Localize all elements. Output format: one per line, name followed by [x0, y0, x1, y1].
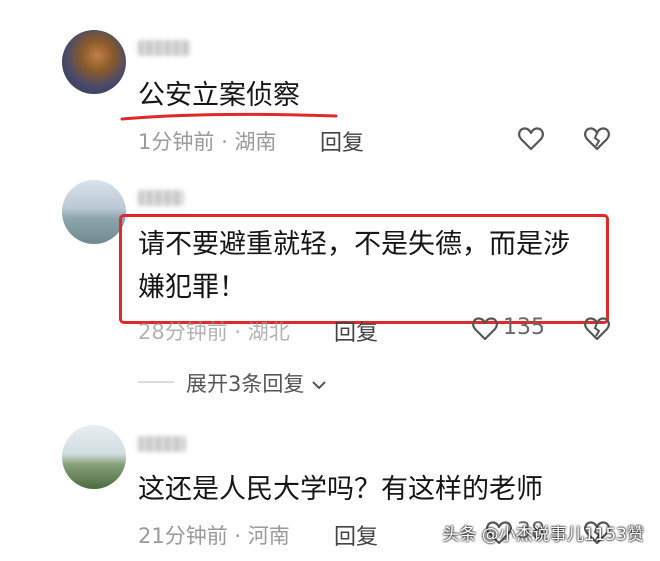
broken-heart-icon[interactable] — [584, 127, 610, 151]
red-underline-annotation — [120, 112, 338, 121]
comment-time: 21分钟前 — [138, 524, 228, 548]
comment-text: 这还是人民大学吗？有这样的老师 — [138, 474, 543, 505]
avatar[interactable] — [62, 180, 126, 244]
comment-location: 湖北 — [247, 320, 290, 344]
comment-text-line2: 嫌犯罪！ — [138, 272, 246, 303]
blurred-username[interactable] — [138, 40, 190, 56]
comment-time: 28分钟前 — [138, 320, 228, 344]
heart-outline-icon[interactable] — [518, 127, 544, 151]
chevron-down-icon — [311, 379, 327, 391]
comment-text-line1: 请不要避重就轻，不是失德，而是涉 — [138, 229, 570, 260]
separator-dot: · — [221, 130, 228, 154]
comment-meta: 28分钟前 · 湖北 — [138, 316, 290, 346]
reply-button[interactable]: 回复 — [334, 315, 378, 347]
blurred-username[interactable] — [138, 190, 184, 206]
heart-outline-icon[interactable] — [472, 317, 498, 341]
separator-dot: · — [234, 524, 242, 548]
reply-button[interactable]: 回复 — [334, 519, 378, 551]
expand-replies-button[interactable]: 展开3条回复 — [186, 368, 327, 398]
like-count: 135 — [503, 315, 545, 340]
comment-location: 河南 — [247, 524, 290, 548]
watermark: 头条 @小杰说事儿1153赞 — [442, 525, 644, 545]
comment-meta: 21分钟前 · 河南 — [138, 520, 290, 550]
separator-dot: · — [234, 320, 242, 344]
expand-replies-label: 展开3条回复 — [186, 372, 305, 396]
blurred-username[interactable] — [138, 436, 186, 452]
avatar[interactable] — [62, 30, 126, 94]
expand-divider — [138, 381, 174, 383]
comment-time: 1分钟前 — [138, 130, 215, 154]
comment-location: 湖南 — [234, 130, 277, 154]
comment-meta: 1分钟前 · 湖南 — [138, 126, 276, 156]
avatar[interactable] — [62, 425, 126, 489]
broken-heart-icon[interactable] — [584, 317, 610, 341]
reply-button[interactable]: 回复 — [320, 125, 364, 157]
